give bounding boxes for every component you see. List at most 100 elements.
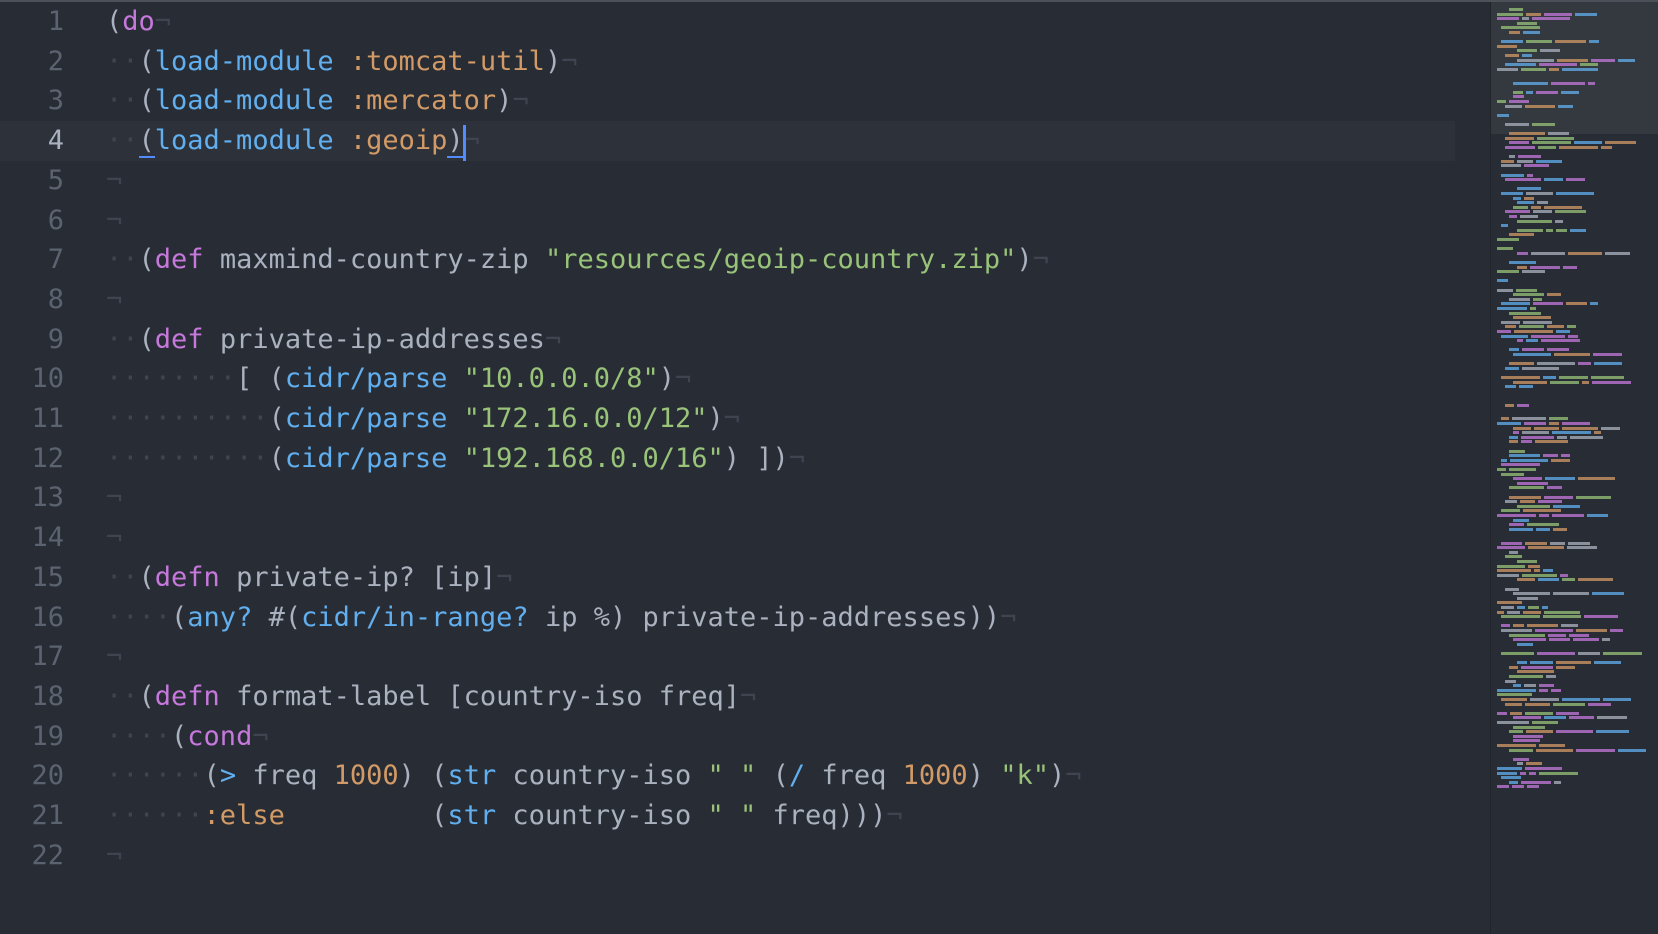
minimap-token: [1513, 684, 1521, 688]
minimap-token: [1513, 196, 1521, 200]
code-line[interactable]: 10 ········[ (cidr/parse "10.0.0.0/8")¬: [0, 359, 1455, 399]
minimap-token: [1513, 353, 1551, 356]
code-line[interactable]: 8 ¬: [0, 280, 1455, 320]
line-number: 17: [31, 641, 64, 673]
line-number: 5: [47, 164, 64, 196]
code-line[interactable]: 21 ······:else (str country-iso " " freq)…: [0, 796, 1455, 836]
code-line[interactable]: 5 ¬: [0, 161, 1455, 201]
minimap-token: [1587, 514, 1608, 517]
code-line[interactable]: 6 ¬: [0, 201, 1455, 241]
minimap-token: [1501, 159, 1514, 163]
line-content: ¬: [106, 637, 122, 677]
code-line[interactable]: 22 ¬: [0, 836, 1455, 876]
minimap[interactable]: [1490, 2, 1658, 934]
indent-whitespace: ··: [106, 45, 139, 77]
code-token: " ": [707, 800, 757, 831]
code-token: str: [447, 760, 497, 792]
code-line[interactable]: 15 ··(defn private-ip? [ip]¬: [0, 558, 1455, 598]
minimap-token: [1562, 422, 1590, 425]
code-token: freq))): [756, 800, 887, 831]
code-line[interactable]: 13 ¬: [0, 478, 1455, 518]
code-line[interactable]: 20 ······(> freq 1000) (str country-iso "…: [0, 756, 1455, 796]
code-line[interactable]: 12 ··········(cidr/parse "192.168.0.0/16"…: [0, 439, 1455, 479]
minimap-token: [1578, 477, 1615, 481]
line-number: 6: [47, 204, 64, 236]
minimap-token: [1505, 104, 1522, 108]
minimap-token: [1513, 624, 1524, 628]
code-token: (: [268, 442, 285, 474]
minimap-token: [1509, 495, 1541, 499]
code-token: do: [122, 6, 155, 37]
code-line[interactable]: 4 ··(load-module :geoip)¬: [0, 121, 1455, 162]
minimap-token: [1544, 716, 1566, 720]
minimap-token: [1549, 67, 1559, 71]
code-line[interactable]: 7 ··(def maxmind-country-zip "resources/g…: [0, 240, 1455, 280]
code-line[interactable]: 1 (do¬: [0, 2, 1455, 42]
minimap-token: [1567, 325, 1576, 329]
line-number: 2: [47, 45, 64, 77]
minimap-token: [1568, 541, 1590, 545]
minimap-token: [1501, 302, 1530, 306]
minimap-token: [1568, 334, 1578, 338]
minimap-token: [1497, 721, 1529, 724]
minimap-token: [1530, 661, 1553, 665]
minimap-token: [1525, 104, 1555, 108]
code-line[interactable]: 2 ··(load-module :tomcat-util)¬: [0, 42, 1455, 82]
minimap-token: [1527, 624, 1558, 628]
bracket-match-open: [138, 155, 155, 158]
eol-marker: ¬: [106, 522, 123, 554]
minimap-token: [1556, 228, 1567, 232]
line-content: (do¬: [106, 2, 171, 42]
eol-marker: ¬: [106, 482, 123, 514]
code-token: freq: [805, 760, 903, 792]
code-token: (: [284, 800, 448, 831]
minimap-token: [1526, 40, 1552, 44]
minimap-token: [1519, 385, 1533, 389]
minimap-token: [1513, 739, 1540, 743]
minimap-token: [1509, 132, 1545, 136]
code-token: ): [496, 85, 513, 117]
minimap-token: [1582, 380, 1589, 384]
minimap-token: [1523, 509, 1561, 513]
minimap-token: [1513, 431, 1519, 435]
code-token: country-iso: [496, 760, 708, 792]
minimap-token: [1507, 610, 1520, 614]
minimap-token: [1526, 12, 1541, 16]
minimap-token: [1532, 721, 1558, 724]
minimap-token: [1594, 362, 1622, 366]
line-number: 22: [31, 839, 64, 871]
minimap-token: [1590, 302, 1598, 306]
code-token: (: [138, 680, 155, 712]
minimap-token: [1528, 564, 1540, 568]
line-number: 11: [31, 403, 64, 434]
code-area[interactable]: 1 (do¬ 2 ··(load-module :tomcat-util)¬ 3 ··(l…: [0, 2, 1455, 934]
line-content: ····(cond¬: [106, 717, 269, 757]
minimap-token: [1497, 100, 1506, 103]
minimap-token: [1505, 136, 1534, 140]
minimap-token: [1501, 652, 1534, 655]
minimap-token: [1531, 334, 1565, 338]
minimap-token: [1584, 615, 1618, 619]
minimap-token: [1522, 270, 1545, 274]
code-editor[interactable]: 1 (do¬ 2 ··(load-module :tomcat-util)¬ 3 ··(l…: [0, 0, 1658, 934]
code-line[interactable]: 16 ····(any? #(cidr/in-range? ip %) priva…: [0, 598, 1455, 638]
minimap-token: [1522, 431, 1549, 435]
minimap-token: [1593, 353, 1622, 356]
code-token: "192.168.0.0/16": [463, 442, 724, 474]
code-line[interactable]: 9 ··(def private-ip-addresses¬: [0, 320, 1455, 360]
minimap-token: [1549, 638, 1570, 642]
minimap-token: [1540, 49, 1560, 53]
code-line[interactable]: 18 ··(defn format-label [country-iso freq…: [0, 677, 1455, 717]
code-line[interactable]: 14 ¬: [0, 518, 1455, 558]
minimap-token: [1548, 633, 1566, 637]
minimap-token: [1501, 776, 1521, 780]
line-number: 12: [31, 442, 64, 474]
code-line[interactable]: 17 ¬: [0, 637, 1455, 677]
minimap-token: [1548, 132, 1569, 136]
code-line[interactable]: 11 ··········(cidr/parse "172.16.0.0/12")…: [0, 399, 1455, 439]
code-line[interactable]: 19 ····(cond¬: [0, 717, 1455, 757]
code-line[interactable]: 3 ··(load-module :mercator)¬: [0, 81, 1455, 121]
line-number: 13: [31, 482, 64, 514]
minimap-token: [1517, 481, 1548, 485]
